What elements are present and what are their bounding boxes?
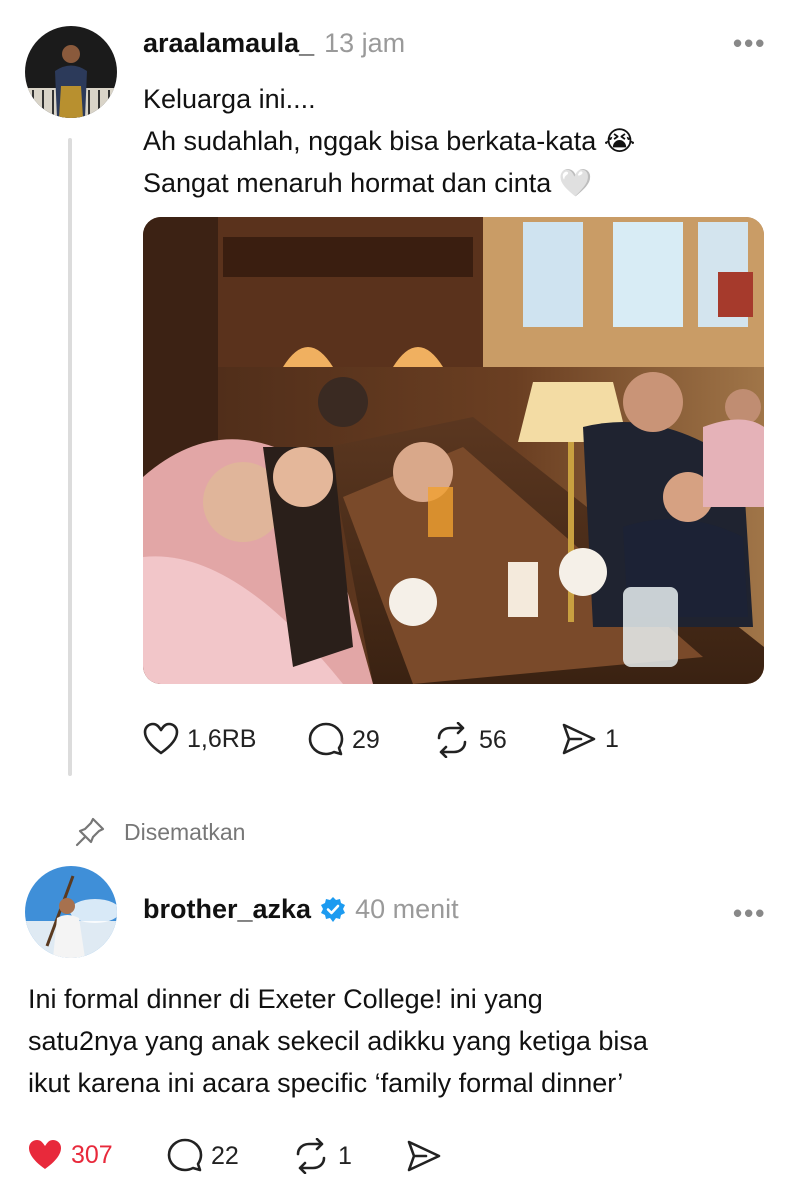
thread-line [68, 138, 72, 776]
like-button[interactable]: 1,6RB [143, 722, 256, 756]
more-icon[interactable]: ••• [733, 898, 766, 929]
pin-icon [75, 817, 105, 847]
comment-button[interactable]: 29 [308, 722, 380, 758]
more-icon[interactable]: ••• [733, 28, 766, 59]
repost-icon [296, 1138, 326, 1174]
post-text: Keluarga ini.... Ah sudahlah, nggak bisa… [143, 78, 635, 204]
like-count: 1,6RB [187, 724, 257, 753]
post-image[interactable] [143, 217, 764, 684]
reply-line: satu2nya yang anak sekecil adikku yang k… [28, 1026, 648, 1056]
pinned-label: Disematkan [124, 818, 246, 845]
avatar[interactable] [25, 26, 117, 118]
post-line: Sangat menaruh hormat dan cinta 🤍 [143, 168, 593, 198]
repost-button[interactable]: 56 [433, 722, 507, 758]
repost-count: 56 [479, 725, 507, 754]
timestamp: 13 jam [324, 28, 406, 58]
repost-count: 1 [338, 1141, 352, 1170]
pinned-indicator: Disematkan [74, 816, 245, 848]
share-button[interactable]: 1 [561, 722, 619, 756]
share-count: 1 [605, 724, 619, 753]
comment-icon [308, 722, 344, 756]
reply-line: Ini formal dinner di Exeter College! ini… [28, 984, 543, 1014]
repost-button[interactable]: 1 [292, 1138, 352, 1174]
repost-icon [437, 722, 467, 758]
verified-icon [321, 896, 346, 922]
comment-button[interactable]: 22 [167, 1138, 239, 1174]
comment-count: 22 [211, 1141, 239, 1170]
heart-icon [143, 722, 179, 755]
username[interactable]: brother_azka [143, 894, 311, 925]
post-header: araalamaula_ 13 jam [143, 28, 405, 59]
timestamp: 40 menit [355, 894, 459, 924]
reply-header: brother_azka 40 menit [143, 894, 459, 925]
username[interactable]: araalamaula_ [143, 28, 314, 59]
post-line: Ah sudahlah, nggak bisa berkata-kata 😭 [143, 126, 636, 156]
share-icon [562, 723, 596, 755]
reply-text: Ini formal dinner di Exeter College! ini… [28, 978, 648, 1104]
like-button[interactable]: 307 [27, 1138, 113, 1172]
comment-icon [167, 1138, 203, 1172]
post-line: Keluarga ini.... [143, 84, 316, 114]
like-count: 307 [71, 1140, 113, 1169]
heart-icon [29, 1140, 61, 1169]
reply-line: ikut karena ini acara specific ‘family f… [28, 1068, 624, 1098]
comment-count: 29 [352, 725, 380, 754]
share-button[interactable] [406, 1139, 442, 1173]
share-icon [407, 1140, 441, 1172]
avatar[interactable] [25, 866, 117, 958]
